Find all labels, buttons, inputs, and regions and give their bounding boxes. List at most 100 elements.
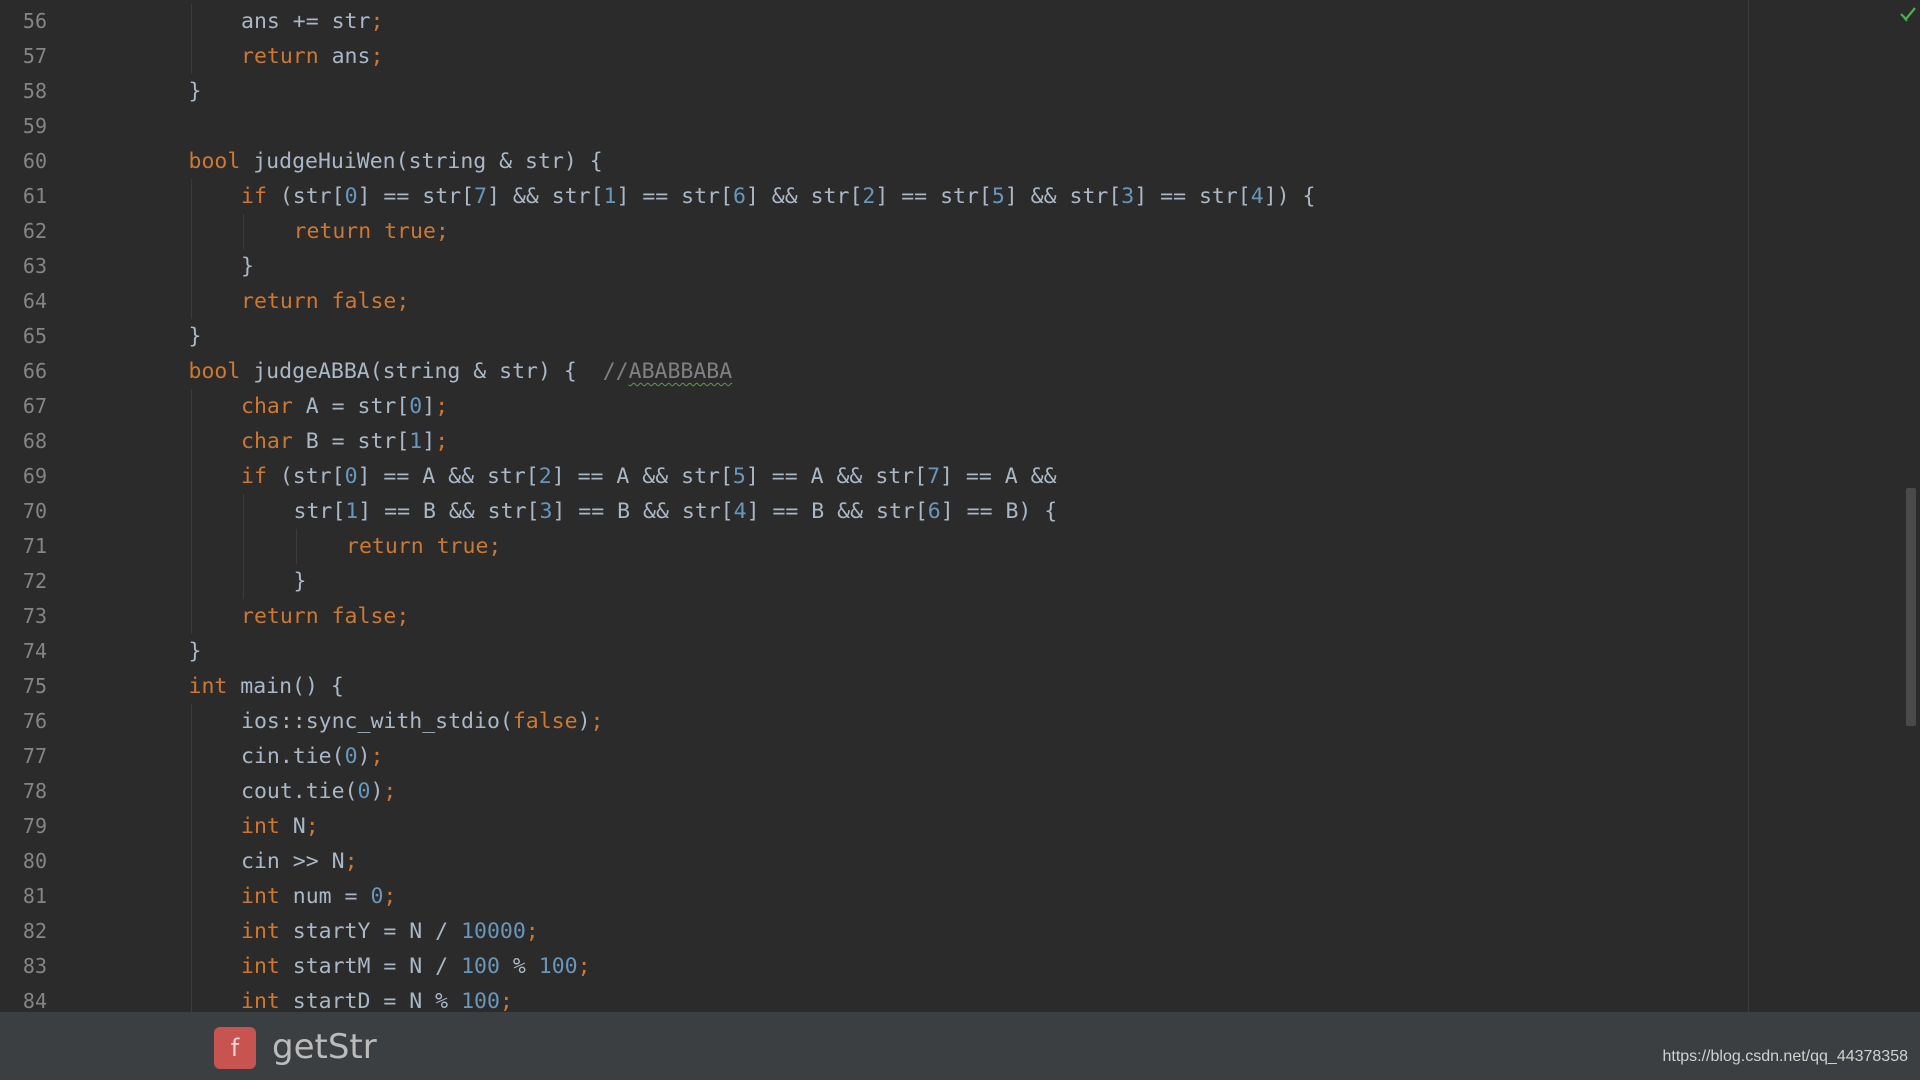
code-token: ] && str[: [1004, 184, 1122, 209]
line-number-gutter[interactable]: 56 57 58 59 60 61 62 63 64 65 66 67 68 69 70 71 72 73 74 75…: [0, 0, 60, 1012]
code-token: ] == A &&: [940, 464, 1057, 489]
code-token: 7: [927, 464, 941, 489]
line-number[interactable]: 70: [0, 494, 47, 529]
line-number[interactable]: 68: [0, 424, 47, 459]
line-number[interactable]: 80: [0, 844, 47, 879]
indent-guide: [190, 4, 192, 39]
code-token: int: [241, 884, 293, 909]
code-token: ] && str[: [486, 184, 604, 209]
code-line[interactable]: cout.tie(0);: [241, 774, 396, 809]
line-number[interactable]: 59: [0, 109, 47, 144]
code-line[interactable]: if (str[0] == str[7] && str[1] == str[6]…: [241, 179, 1315, 214]
code-token: num =: [292, 884, 371, 909]
code-line[interactable]: return false;: [241, 284, 409, 319]
code-token: }: [293, 569, 307, 594]
code-token: 1: [603, 184, 617, 209]
line-number[interactable]: 75: [0, 669, 47, 704]
code-token: ;: [590, 709, 604, 734]
indent-guide: [190, 599, 192, 634]
line-number[interactable]: 84: [0, 984, 47, 1012]
line-number[interactable]: 79: [0, 809, 47, 844]
line-number[interactable]: 78: [0, 774, 47, 809]
indent-guide: [190, 179, 192, 214]
line-number[interactable]: 81: [0, 879, 47, 914]
indent-guide: [190, 879, 192, 914]
code-line[interactable]: int main() {: [189, 669, 344, 704]
code-token: ] == B) {: [940, 499, 1058, 524]
line-number[interactable]: 61: [0, 179, 47, 214]
code-token: 6: [732, 184, 746, 209]
code-line[interactable]: cin >> N;: [241, 844, 358, 879]
code-line[interactable]: return ans;: [241, 39, 383, 74]
code-line[interactable]: int startD = N % 100;: [241, 984, 513, 1012]
code-line[interactable]: ans += str;: [241, 4, 383, 39]
code-line[interactable]: }: [241, 249, 254, 284]
line-number[interactable]: 66: [0, 354, 47, 389]
line-number[interactable]: 60: [0, 144, 47, 179]
indent-guide: [190, 249, 192, 284]
code-token: 6: [927, 499, 941, 524]
indent-guide: [190, 949, 192, 984]
code-line[interactable]: char A = str[0];: [241, 389, 448, 424]
code-token: 4: [733, 499, 747, 524]
line-number[interactable]: 83: [0, 949, 47, 984]
checkmark-icon[interactable]: [1898, 4, 1918, 24]
code-line[interactable]: }: [294, 564, 307, 599]
code-line[interactable]: int num = 0;: [241, 879, 396, 914]
code-token: ] == A && str[: [745, 464, 928, 489]
line-number[interactable]: 62: [0, 214, 47, 249]
code-editor[interactable]: 56 57 58 59 60 61 62 63 64 65 66 67 68 69 70 71 72 73 74 75…: [0, 0, 1920, 1012]
code-line[interactable]: if (str[0] == A && str[2] == A && str[5]…: [241, 459, 1057, 494]
line-number[interactable]: 74: [0, 634, 47, 669]
right-margin-guide: [1748, 0, 1749, 1012]
code-token: ): [577, 709, 591, 734]
code-token: int: [241, 954, 293, 979]
code-token: main() {: [240, 674, 344, 699]
code-line[interactable]: cin.tie(0);: [241, 739, 383, 774]
code-line[interactable]: return true;: [294, 214, 449, 249]
line-number[interactable]: 63: [0, 249, 47, 284]
line-number[interactable]: 76: [0, 704, 47, 739]
indent-guide: [190, 774, 192, 809]
indent-guide: [190, 564, 192, 599]
code-token: ] == A && str[: [551, 464, 733, 489]
indent-guide: [190, 424, 192, 459]
code-line[interactable]: char B = str[1];: [241, 424, 448, 459]
code-line[interactable]: bool judgeABBA(string & str) { //ABABBAB…: [189, 354, 733, 389]
code-line[interactable]: }: [189, 319, 202, 354]
code-token: int: [241, 814, 293, 839]
code-token: }: [188, 79, 202, 104]
code-line[interactable]: }: [189, 74, 202, 109]
line-number[interactable]: 69: [0, 459, 47, 494]
code-token: ]: [422, 394, 436, 419]
breadcrumb-bar[interactable]: f getStr https://blog.csdn.net/qq_443783…: [0, 1012, 1920, 1080]
code-line[interactable]: int startM = N / 100 % 100;: [241, 949, 591, 984]
code-token: int: [241, 989, 293, 1012]
code-token: 3: [1121, 184, 1135, 209]
indent-guide: [243, 214, 244, 249]
indent-guide: [190, 284, 192, 319]
line-number[interactable]: 65: [0, 319, 47, 354]
line-number[interactable]: 71: [0, 529, 47, 564]
breadcrumb-function-name[interactable]: getStr: [272, 1022, 377, 1072]
code-area[interactable]: ans += str; return ans;} bool judgeHuiWen(…: [60, 0, 1748, 1012]
code-line[interactable]: bool judgeHuiWen(string & str) {: [189, 144, 603, 179]
code-line[interactable]: str[1] == B && str[3] == B && str[4] == …: [294, 494, 1058, 529]
code-line[interactable]: int N;: [241, 809, 319, 844]
line-number[interactable]: 58: [0, 74, 47, 109]
line-number[interactable]: 82: [0, 914, 47, 949]
line-number[interactable]: 72: [0, 564, 47, 599]
code-line[interactable]: return true;: [346, 529, 501, 564]
code-token: cin.tie(: [241, 744, 345, 769]
line-number[interactable]: 57: [0, 39, 47, 74]
code-line[interactable]: return false;: [241, 599, 409, 634]
line-number[interactable]: 77: [0, 739, 47, 774]
scrollbar-thumb[interactable]: [1906, 488, 1916, 726]
code-line[interactable]: }: [189, 634, 202, 669]
code-line[interactable]: ios::sync_with_stdio(false);: [241, 704, 603, 739]
line-number[interactable]: 56: [0, 4, 47, 39]
line-number[interactable]: 73: [0, 599, 47, 634]
line-number[interactable]: 64: [0, 284, 47, 319]
line-number[interactable]: 67: [0, 389, 47, 424]
code-line[interactable]: int startY = N / 10000;: [241, 914, 539, 949]
